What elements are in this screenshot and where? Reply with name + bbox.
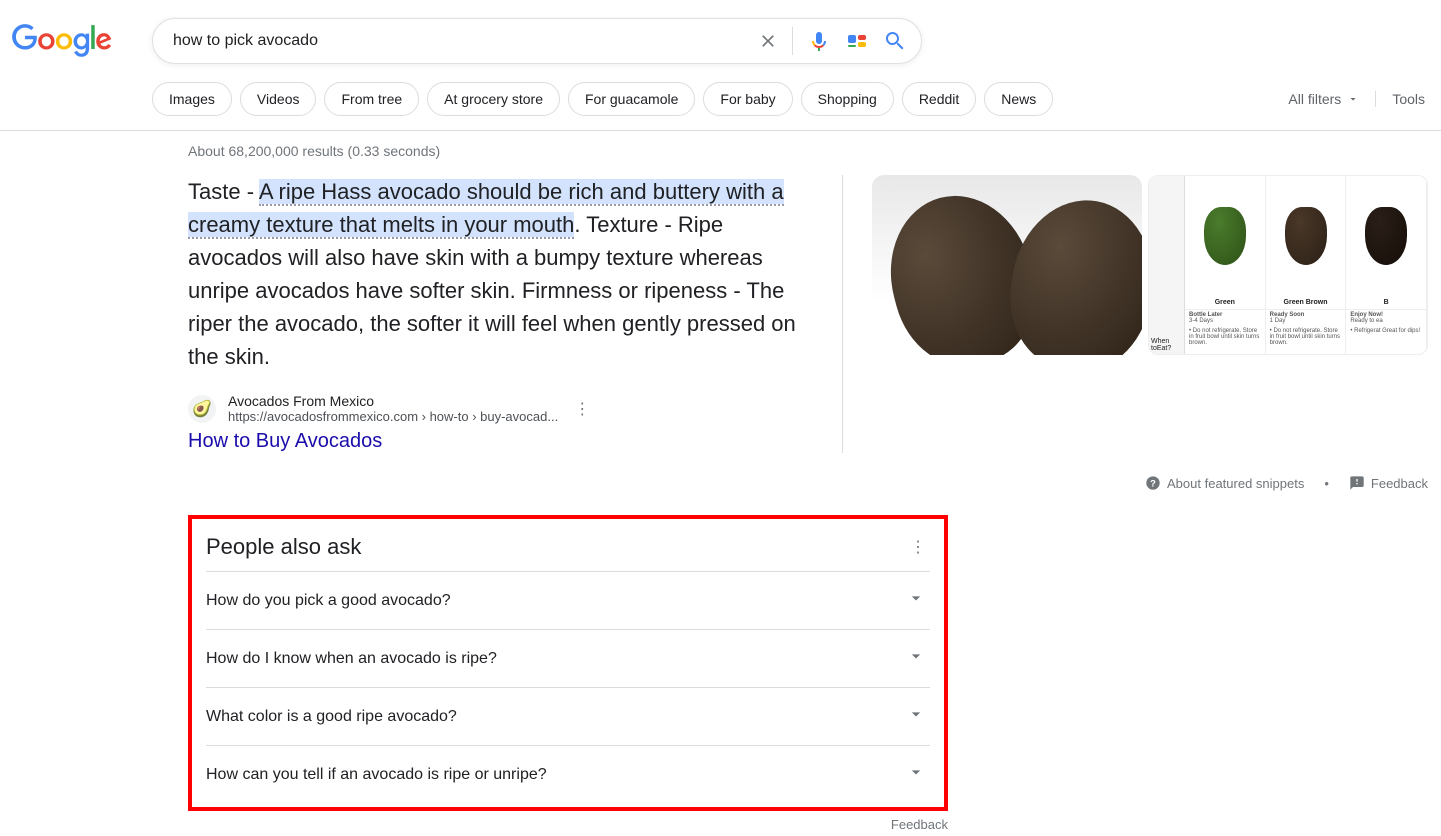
chip-guacamole[interactable]: For guacamole [568, 82, 695, 116]
chevron-down-icon [1347, 93, 1359, 105]
snippet-footer: ? About featured snippets • Feedback [188, 475, 1428, 491]
featured-images: When toEat? Green Bottle Later3-4 Days •… [872, 175, 1428, 453]
source-row: 🥑 Avocados From Mexico https://avocadosf… [188, 393, 812, 424]
divider [792, 27, 793, 55]
more-options-icon[interactable]: ⋮ [570, 395, 594, 423]
chevron-down-icon [906, 704, 926, 729]
search-icon[interactable] [883, 29, 907, 53]
paa-question-text: How do I know when an avocado is ripe? [206, 650, 497, 668]
paa-question-2[interactable]: How do I know when an avocado is ripe? [206, 630, 930, 688]
paa-more-options-icon[interactable]: ⋮ [906, 533, 930, 561]
help-icon: ? [1145, 475, 1161, 491]
tools-button[interactable]: Tools [1375, 91, 1425, 107]
source-favicon: 🥑 [188, 395, 216, 423]
svg-text:?: ? [1150, 478, 1156, 488]
image-thumbnail-2[interactable]: When toEat? Green Bottle Later3-4 Days •… [1148, 175, 1428, 355]
image-thumbnail-1[interactable] [872, 175, 1142, 355]
result-stats: About 68,200,000 results (0.33 seconds) [188, 143, 1428, 159]
chevron-down-icon [906, 762, 926, 787]
header: Images Videos From tree At grocery store… [0, 0, 1441, 130]
chip-shopping[interactable]: Shopping [801, 82, 894, 116]
filter-chips: Images Videos From tree At grocery store… [152, 82, 1441, 130]
chart-row-label: When toEat? [1151, 338, 1182, 352]
chip-videos[interactable]: Videos [240, 82, 317, 116]
about-snippets-label: About featured snippets [1167, 476, 1304, 491]
chip-baby[interactable]: For baby [703, 82, 792, 116]
chip-grocery[interactable]: At grocery store [427, 82, 560, 116]
feedback-icon [1349, 475, 1365, 491]
image-search-icon[interactable] [845, 29, 869, 53]
feedback-label: Feedback [1371, 476, 1428, 491]
header-divider [0, 130, 1441, 131]
chart-col-name: Green [1185, 296, 1265, 310]
people-also-ask: People also ask ⋮ How do you pick a good… [188, 515, 948, 811]
all-filters-label: All filters [1288, 91, 1341, 107]
result-title-link[interactable]: How to Buy Avocados [188, 430, 812, 453]
voice-search-icon[interactable] [807, 29, 831, 53]
about-snippets-link[interactable]: ? About featured snippets [1145, 475, 1304, 491]
source-url: https://avocadosfrommexico.com › how-to … [228, 409, 558, 424]
clear-icon[interactable] [758, 31, 778, 51]
chart-col-name: Green Brown [1266, 296, 1346, 310]
search-bar[interactable] [152, 18, 922, 64]
search-area: Images Videos From tree At grocery store… [152, 18, 1441, 130]
paa-question-text: What color is a good ripe avocado? [206, 708, 457, 726]
chip-news[interactable]: News [984, 82, 1053, 116]
paa-question-3[interactable]: What color is a good ripe avocado? [206, 688, 930, 746]
chevron-down-icon [906, 588, 926, 613]
chart-col-name: B [1346, 296, 1426, 310]
paa-feedback-link[interactable]: Feedback [188, 817, 948, 832]
snippet-prefix: Taste - [188, 179, 259, 204]
google-logo[interactable] [12, 24, 112, 63]
paa-question-1[interactable]: How do you pick a good avocado? [206, 572, 930, 630]
chip-reddit[interactable]: Reddit [902, 82, 976, 116]
search-input[interactable] [173, 32, 758, 50]
chip-from-tree[interactable]: From tree [324, 82, 419, 116]
chip-images[interactable]: Images [152, 82, 232, 116]
feedback-link[interactable]: Feedback [1349, 475, 1428, 491]
source-name: Avocados From Mexico [228, 393, 558, 409]
featured-snippet-text: Taste - A ripe Hass avocado should be ri… [188, 175, 812, 373]
paa-question-text: How can you tell if an avocado is ripe o… [206, 766, 547, 784]
paa-title: People also ask [206, 534, 361, 560]
all-filters-button[interactable]: All filters [1288, 91, 1359, 107]
paa-question-text: How do you pick a good avocado? [206, 592, 451, 610]
paa-question-4[interactable]: How can you tell if an avocado is ripe o… [206, 746, 930, 803]
chevron-down-icon [906, 646, 926, 671]
